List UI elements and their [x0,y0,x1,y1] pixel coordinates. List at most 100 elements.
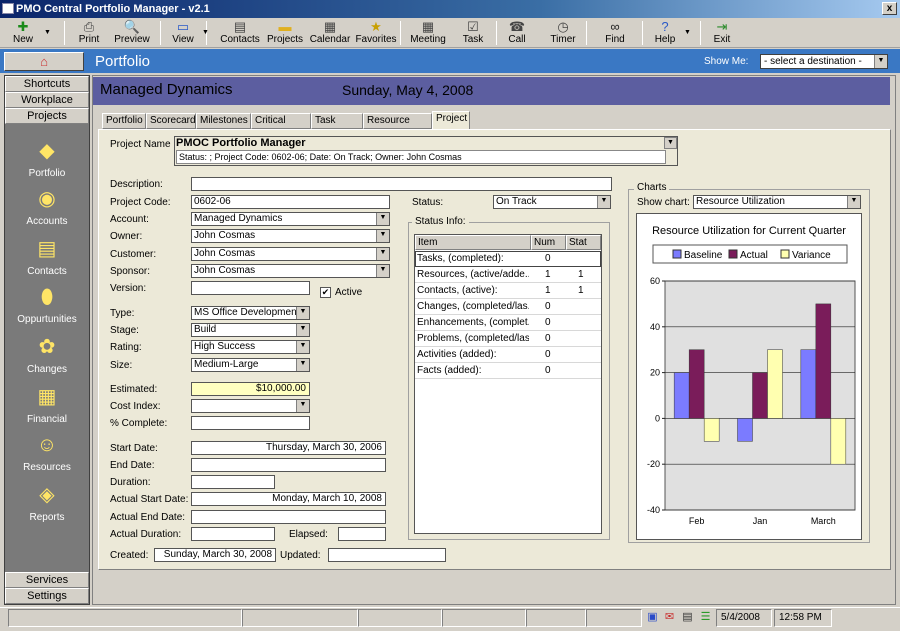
list-item[interactable]: Activities (added): 0 [415,347,601,363]
list-item[interactable]: Facts (added): 0 [415,363,601,379]
chevron-down-icon[interactable]: ▼ [296,324,309,336]
contacts-button[interactable]: ▤ Contacts [218,19,262,47]
column-header-stat[interactable]: Stat [566,235,601,250]
monitor-icon[interactable]: ▣ [646,611,659,624]
actual-end-input[interactable] [191,510,386,524]
list-item[interactable]: Problems, (completed/las... 0 [415,331,601,347]
destination-select[interactable]: - select a destination - ▼ [760,54,888,69]
chevron-down-icon[interactable]: ▼ [376,265,389,277]
status-info-list[interactable]: Item Num Stat Tasks, (completed): 0 Resour… [414,234,602,534]
owner-select[interactable]: John Cosmas ▼ [191,229,390,243]
timer-button[interactable]: ◷ Timer [548,19,578,47]
tab-critical-path[interactable]: Critical Path [251,113,311,140]
chevron-down-icon[interactable]: ▼ [664,137,677,149]
column-header-item[interactable]: Item [415,235,531,250]
calendar-button[interactable]: ▦ Calendar [309,19,351,47]
type-select[interactable]: MS Office Development ▼ [191,306,310,320]
nav-tab-services[interactable]: Services [5,572,89,588]
description-input[interactable] [191,177,612,191]
tab-resource-view[interactable]: Resource View [363,113,432,140]
list-item[interactable]: Changes, (completed/las... 0 [415,299,601,315]
tab-task-view[interactable]: Task View [311,113,363,140]
end-date-input[interactable] [191,458,386,472]
favorites-button[interactable]: ★ Favorites [354,19,398,47]
size-select[interactable]: Medium-Large ▼ [191,358,310,372]
nav-tab-settings[interactable]: Settings [5,588,89,604]
tab-project[interactable]: Project [432,111,470,130]
chevron-down-icon[interactable]: ▼ [296,341,309,353]
chevron-down-icon[interactable]: ▼ [874,55,887,68]
print-button[interactable]: ⎙ Print [76,19,102,47]
nav-item-resources[interactable]: ☺ Resources [5,432,89,473]
stage-select[interactable]: Build ▼ [191,323,310,337]
column-header-num[interactable]: Num [531,235,566,250]
chevron-down-icon[interactable]: ▼ [202,27,209,38]
active-checkbox[interactable]: ✔ [320,287,331,298]
find-button[interactable]: ∞ Find [600,19,630,47]
projects-button[interactable]: ▬ Projects [264,19,306,47]
tab-portfolio[interactable]: Portfolio [102,113,146,129]
list-icon[interactable]: ☰ [699,611,712,624]
close-button[interactable]: x [882,2,897,15]
nav-tab-projects[interactable]: Projects [5,108,89,124]
chevron-down-icon[interactable]: ▼ [684,27,691,38]
nav-item-portfolio[interactable]: ◆ Portfolio [5,138,89,179]
mail-icon[interactable]: ✉ [663,611,676,624]
home-button[interactable]: ⌂ [4,52,84,71]
sponsor-select[interactable]: John Cosmas ▼ [191,264,390,278]
meeting-button[interactable]: ▦ Meeting [408,19,448,47]
list-item[interactable]: Tasks, (completed): 0 [415,251,601,267]
status-select[interactable]: On Track ▼ [493,195,611,209]
tab-milestones[interactable]: Milestones [196,113,251,129]
estimated-input[interactable]: $10,000.00 [191,382,310,396]
nav-tab-shortcuts[interactable]: Shortcuts [5,76,89,92]
project-code-input[interactable]: 0602-06 [191,195,390,209]
cost-index-select[interactable]: ▼ [191,399,310,413]
created-input[interactable]: Sunday, March 30, 2008 [154,548,276,562]
chevron-down-icon[interactable]: ▼ [376,248,389,260]
call-button[interactable]: ☎ Call [503,19,531,47]
nav-item-accounts[interactable]: ◉ Accounts [5,186,89,227]
chevron-down-icon[interactable]: ▼ [847,196,860,208]
actual-start-input[interactable]: Monday, March 10, 2008 [191,492,386,506]
nav-item-changes[interactable]: ✿ Changes [5,334,89,375]
start-date-input[interactable]: Thursday, March 30, 2006 [191,441,386,455]
actual-duration-input[interactable] [191,527,275,541]
project-status-line: Status: ; Project Code: 0602-06; Date: O… [176,150,666,164]
chevron-down-icon[interactable]: ▼ [296,400,309,412]
exit-button[interactable]: ⇥ Exit [708,19,736,47]
y-tick-label: 0 [655,413,660,423]
chevron-down-icon[interactable]: ▼ [597,196,610,208]
nav-item-financial[interactable]: ▦ Financial [5,384,89,425]
task-button[interactable]: ☑ Task [458,19,488,47]
account-select[interactable]: Managed Dynamics ▼ [191,212,390,226]
document-icon[interactable]: ▤ [681,611,694,624]
chevron-down-icon[interactable]: ▼ [376,230,389,242]
version-input[interactable] [191,281,310,295]
new-button[interactable]: ✚ New ▼ [6,19,51,47]
chart-select[interactable]: Resource Utilization ▼ [693,195,861,209]
chevron-down-icon[interactable]: ▼ [376,213,389,225]
elapsed-input[interactable] [338,527,386,541]
tab-scorecard[interactable]: Scorecard [146,113,196,129]
complete-input[interactable] [191,416,310,430]
updated-input[interactable] [328,548,446,562]
customer-select[interactable]: John Cosmas ▼ [191,247,390,261]
chevron-down-icon[interactable]: ▼ [44,27,51,38]
preview-button[interactable]: 🔍 Preview [110,19,154,47]
bar-baseline-jan [737,418,753,442]
help-button[interactable]: ? Help ▼ [650,19,691,47]
list-item[interactable]: Contacts, (active): 1 1 [415,283,601,299]
nav-item-contacts[interactable]: ▤ Contacts [5,236,89,277]
view-button[interactable]: ▭ View ▼ [168,19,209,47]
nav-item-oppurtunities[interactable]: ⬮ Oppurtunities [5,284,89,325]
nav-tab-workplace[interactable]: Workplace [5,92,89,108]
list-item[interactable]: Resources, (active/adde... 1 1 [415,267,601,283]
toolbar-separator [642,21,643,45]
list-item[interactable]: Enhancements, (complet... 0 [415,315,601,331]
chevron-down-icon[interactable]: ▼ [296,359,309,371]
nav-item-reports[interactable]: ◈ Reports [5,482,89,523]
duration-input[interactable] [191,475,275,489]
rating-select[interactable]: High Success ▼ [191,340,310,354]
chevron-down-icon[interactable]: ▼ [296,307,309,319]
